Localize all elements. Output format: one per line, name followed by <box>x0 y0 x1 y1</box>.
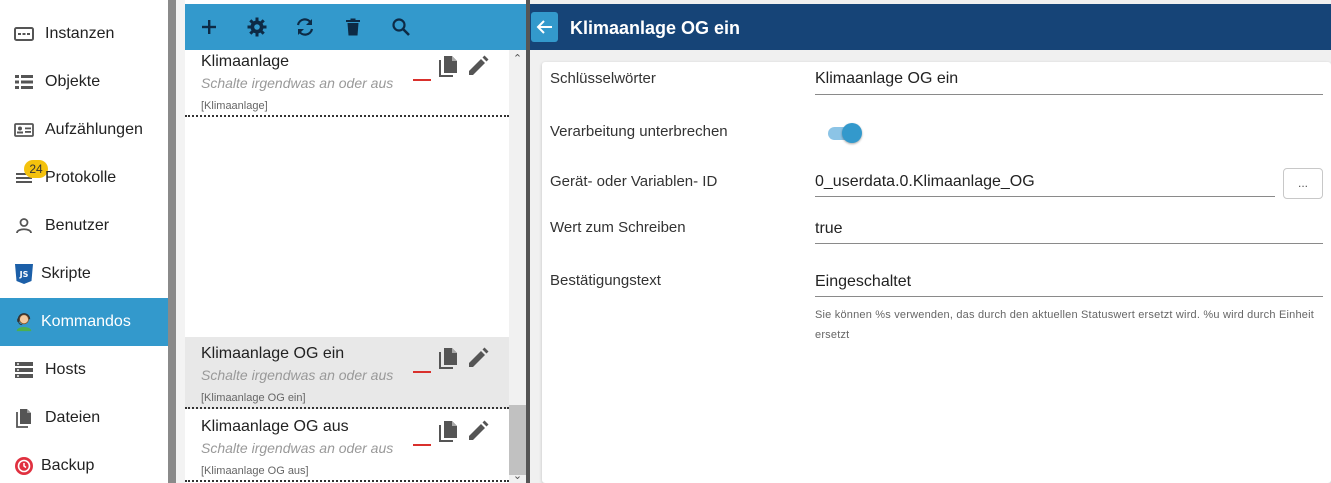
edit-icon[interactable] <box>466 346 490 370</box>
sidebar-item-dateien[interactable]: Dateien <box>0 394 168 442</box>
edit-icon[interactable] <box>466 54 490 78</box>
break-toggle[interactable] <box>826 122 864 144</box>
write-value-input[interactable]: true <box>815 220 843 238</box>
command-keywords: [Klimaanlage OG ein] <box>201 392 306 404</box>
sidebar-item-label: Dateien <box>45 409 101 426</box>
break-label: Verarbeitung unterbrechen <box>550 123 728 140</box>
scroll-up-icon[interactable]: ⌃ <box>511 53 524 66</box>
commands-icon <box>14 312 34 332</box>
copy-icon[interactable] <box>436 346 460 370</box>
settings-icon[interactable] <box>245 15 269 39</box>
objects-list-icon <box>14 72 34 92</box>
sidebar-item-label: Kommandos <box>41 313 131 330</box>
device-id-input[interactable]: 0_userdata.0.Klimaanlage_OG <box>815 173 1035 191</box>
list-item[interactable]: Klimaanlage OG ein Schalte irgendwas an … <box>185 337 509 409</box>
hosts-icon <box>14 360 34 380</box>
sidebar-item-label: Backup <box>41 457 95 474</box>
list-toolbar <box>185 4 526 50</box>
write-value-underline <box>815 243 1323 244</box>
refresh-icon[interactable] <box>293 15 317 39</box>
sidebar-item-hosts[interactable]: Hosts <box>0 346 168 394</box>
command-name: Klimaanlage OG ein <box>201 345 345 362</box>
user-icon <box>14 216 34 236</box>
confirm-underline <box>815 296 1323 297</box>
scroll-down-icon[interactable]: ⌄ <box>511 470 524 483</box>
keywords-input[interactable]: Klimaanlage OG ein <box>815 70 958 88</box>
keywords-underline <box>815 94 1323 95</box>
svg-text:JS: JS <box>19 270 29 279</box>
confirm-help-text: Sie können %s verwenden, das durch den a… <box>815 309 1314 341</box>
sidebar-item-label: Protokolle <box>45 169 117 186</box>
list-item[interactable]: Klimaanlage Schalte irgendwas an oder au… <box>185 50 509 117</box>
list-scrollbar-thumb[interactable] <box>509 405 526 475</box>
remove-dash-icon[interactable] <box>413 371 431 373</box>
files-icon <box>14 408 34 428</box>
page-title: Klimaanlage OG ein <box>570 18 741 38</box>
command-description: Schalte irgendwas an oder aus <box>201 75 394 91</box>
sidebar-item-protokolle[interactable]: 24 Protokolle <box>0 154 168 202</box>
keywords-label: Schlüsselwörter <box>550 70 656 87</box>
command-description: Schalte irgendwas an oder aus <box>201 440 394 456</box>
js-icon: JS <box>14 264 34 284</box>
confirm-label: Bestätigungstext <box>550 272 661 289</box>
sidebar-nav: Instanzen Objekte Aufzählungen 24 Protok… <box>0 0 168 483</box>
remove-dash-icon[interactable] <box>413 444 431 446</box>
list-item[interactable]: Klimaanlage OG aus Schalte irgendwas an … <box>185 410 509 482</box>
command-description: Schalte irgendwas an oder aus <box>201 367 394 383</box>
select-id-button[interactable]: ... <box>1283 168 1323 199</box>
app-root: Instanzen Objekte Aufzählungen 24 Protok… <box>0 0 1331 483</box>
command-keywords: [Klimaanlage OG aus] <box>201 465 309 477</box>
sidebar-scrollbar[interactable] <box>168 0 176 483</box>
panel-gap <box>176 0 185 483</box>
confirm-input[interactable]: Eingeschaltet <box>815 273 911 291</box>
command-form: Schlüsselwörter Klimaanlage OG ein Verar… <box>542 62 1331 483</box>
sidebar-item-label: Aufzählungen <box>45 121 143 138</box>
sidebar-scrollbar-thumb[interactable] <box>168 0 176 483</box>
sidebar-item-skripte[interactable]: JS Skripte <box>0 250 168 298</box>
sidebar-item-aufzaehlungen[interactable]: Aufzählungen <box>0 106 168 154</box>
command-detail-panel: Klimaanlage OG ein Schlüsselwörter Klima… <box>530 0 1331 483</box>
remove-dash-icon[interactable] <box>413 79 431 81</box>
arrow-left-icon <box>536 20 552 34</box>
sidebar-item-kommandos[interactable]: Kommandos <box>0 298 168 346</box>
copy-icon[interactable] <box>436 54 460 78</box>
write-value-label: Wert zum Schreiben <box>550 219 686 236</box>
sidebar-item-label: Instanzen <box>45 25 115 42</box>
commands-list: Klimaanlage Schalte irgendwas an oder au… <box>185 50 509 483</box>
instances-icon <box>14 24 34 44</box>
sidebar-item-backup[interactable]: Backup <box>0 442 168 483</box>
delete-icon[interactable] <box>341 15 365 39</box>
sidebar-item-label: Hosts <box>45 361 86 378</box>
toggle-knob <box>842 123 862 143</box>
back-button[interactable] <box>531 12 558 42</box>
search-icon[interactable] <box>389 15 413 39</box>
edit-icon[interactable] <box>466 419 490 443</box>
command-name: Klimaanlage <box>201 53 290 70</box>
sidebar-item-label: Skripte <box>41 265 91 282</box>
device-underline <box>815 196 1275 197</box>
copy-icon[interactable] <box>436 419 460 443</box>
command-keywords: [Klimaanlage] <box>201 100 268 112</box>
sidebar-item-label: Objekte <box>45 73 101 90</box>
commands-list-panel: Klimaanlage Schalte irgendwas an oder au… <box>185 0 526 483</box>
add-icon[interactable] <box>197 15 221 39</box>
sidebar-item-objekte[interactable]: Objekte <box>0 58 168 106</box>
sidebar-item-benutzer[interactable]: Benutzer <box>0 202 168 250</box>
device-label: Gerät- oder Variablen- ID <box>550 173 718 190</box>
command-name: Klimaanlage OG aus <box>201 418 349 435</box>
backup-icon <box>14 456 34 476</box>
enums-icon <box>14 120 34 140</box>
detail-header: Klimaanlage OG ein <box>530 4 1331 50</box>
sidebar-item-label: Benutzer <box>45 217 110 234</box>
list-scrollbar[interactable]: ⌃ ⌄ <box>509 50 526 483</box>
sidebar-item-instanzen[interactable]: Instanzen <box>0 10 168 58</box>
